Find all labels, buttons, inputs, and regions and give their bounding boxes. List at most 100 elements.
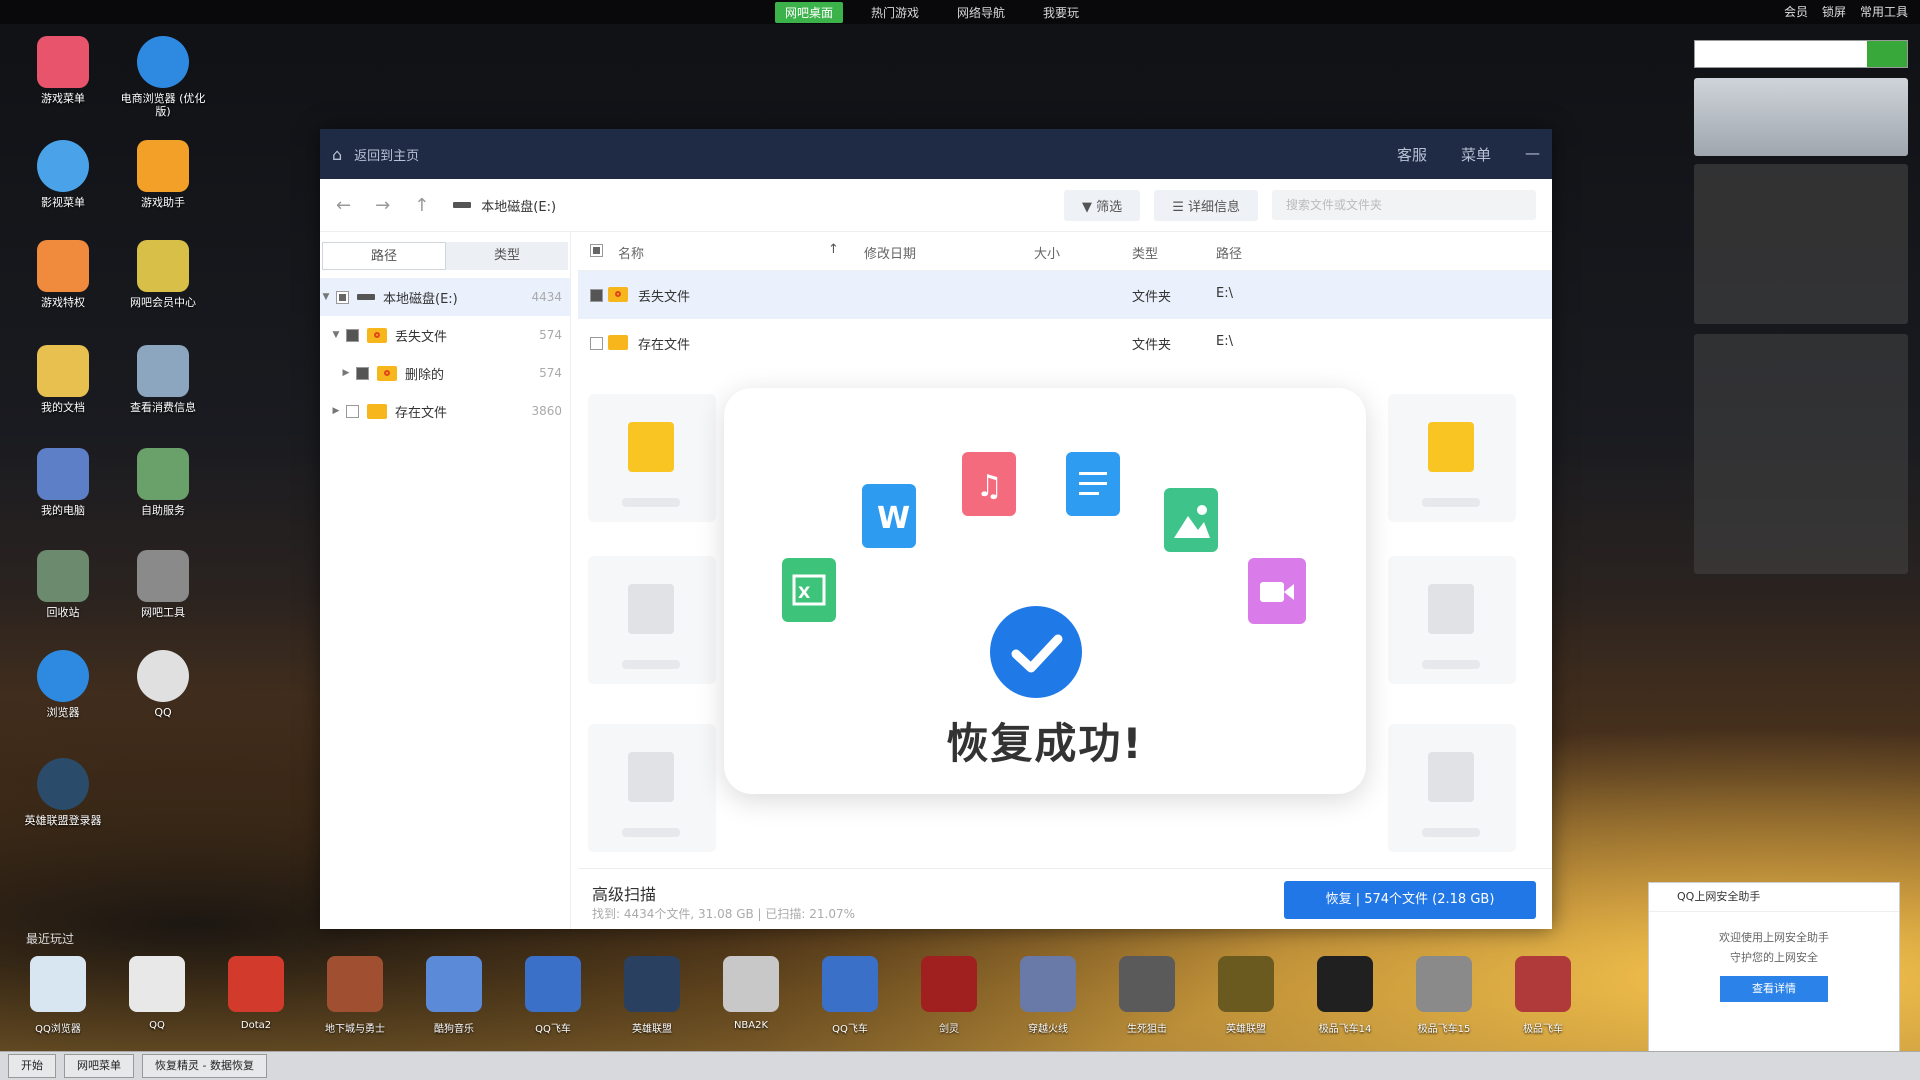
minimize-button[interactable]: — <box>1525 144 1540 165</box>
dock-game-label: Dota2 <box>240 1020 272 1031</box>
recover-button[interactable]: 恢复 | 574个文件 (2.18 GB) <box>1284 881 1536 919</box>
dock-game-icon[interactable] <box>723 956 779 1012</box>
tab-path[interactable]: 路径 <box>322 242 446 270</box>
back-arrow-icon[interactable]: ← <box>336 195 351 216</box>
dock-game-label: QQ <box>149 1020 165 1031</box>
detail-view-button[interactable]: ☰ 详细信息 <box>1154 189 1258 221</box>
select-all-checkbox[interactable] <box>590 244 603 257</box>
file-tile[interactable] <box>1388 394 1516 522</box>
taskbar-item-active[interactable]: 恢复精灵 - 数据恢复 <box>142 1054 267 1078</box>
collapse-icon[interactable]: ▶ <box>330 406 342 416</box>
filter-button[interactable]: ▼ 筛选 <box>1064 189 1141 221</box>
topbar-tools[interactable]: 常用工具 <box>1860 3 1908 20</box>
tree-item-disk[interactable]: ▼ 本地磁盘(E:) 4434 <box>320 278 570 316</box>
tree-item-deleted[interactable]: ▶ 删除的 574 <box>320 354 570 392</box>
desktop-icon[interactable]: 影视菜单 <box>18 140 108 209</box>
advanced-scan-link[interactable]: 高级扫描 <box>592 881 656 905</box>
file-tile[interactable] <box>588 394 716 522</box>
dock-game-label: 生死狙击 <box>1127 1024 1167 1035</box>
desktop-icon[interactable]: 查看消费信息 <box>118 345 208 414</box>
desktop-icon[interactable]: 我的电脑 <box>18 448 108 517</box>
desktop-icon[interactable]: 我的文档 <box>18 345 108 414</box>
topbar-tab-desktop[interactable]: 网吧桌面 <box>775 2 844 23</box>
dock-game-label: 剑灵 <box>939 1024 959 1035</box>
toast-line1: 欢迎使用上网安全助手 <box>1719 931 1829 944</box>
toast-button[interactable]: 查看详情 <box>1720 976 1828 1002</box>
desktop-icon[interactable]: 自助服务 <box>118 448 208 517</box>
file-tile[interactable] <box>588 556 716 684</box>
desktop-icon[interactable]: 游戏助手 <box>118 140 208 209</box>
table-row[interactable]: 存在文件 文件夹 E:\ <box>578 319 1552 367</box>
forward-arrow-icon[interactable]: → <box>375 195 390 216</box>
video-icon <box>1248 558 1306 624</box>
window-title[interactable]: 返回到主页 <box>354 145 419 164</box>
desktop-icon[interactable]: 回收站 <box>18 550 108 619</box>
topbar-member[interactable]: 会员 <box>1784 3 1808 20</box>
search-input[interactable]: 搜索文件或文件夹 <box>1272 190 1536 220</box>
dock-game-icon[interactable] <box>1416 956 1472 1012</box>
tab-type[interactable]: 类型 <box>446 242 568 270</box>
topbar-tab-play[interactable]: 我要玩 <box>1033 2 1089 23</box>
home-icon[interactable]: ⌂ <box>332 145 342 164</box>
tree-item-lost[interactable]: ▼ 丢失文件 574 <box>320 316 570 354</box>
taskbar-item[interactable]: 网吧菜单 <box>64 1054 134 1078</box>
desktop-icon[interactable]: 浏览器 <box>18 650 108 719</box>
dock-game-icon[interactable] <box>1020 956 1076 1012</box>
recent-games-dock: 最近玩过 QQ浏览器 QQ Dota2 地下城与勇士 酷狗音乐 QQ飞车 英雄联盟 NBA2K… <box>0 932 1920 1040</box>
dock-game-icon[interactable] <box>228 956 284 1012</box>
table-row[interactable]: 丢失文件 文件夹 E:\ <box>578 271 1552 319</box>
toast-title: QQ上网安全助手 <box>1649 883 1899 912</box>
file-tile[interactable] <box>1388 724 1516 852</box>
expand-icon[interactable]: ▼ <box>330 330 342 340</box>
dock-game-icon[interactable] <box>426 956 482 1012</box>
header-type[interactable]: 类型 <box>1132 243 1158 262</box>
desktop-icon[interactable]: 网吧会员中心 <box>118 240 208 309</box>
desktop-icon[interactable]: 游戏菜单 <box>18 36 108 105</box>
start-button[interactable]: 开始 <box>8 1054 56 1078</box>
header-modified[interactable]: 修改日期 <box>864 243 916 262</box>
file-tile[interactable] <box>588 724 716 852</box>
disk-icon <box>453 202 472 208</box>
dock-game-icon[interactable] <box>1119 956 1175 1012</box>
header-path[interactable]: 路径 <box>1216 243 1242 262</box>
desktop-icon[interactable]: 网吧工具 <box>118 550 208 619</box>
tree-item-existing[interactable]: ▶ 存在文件 3860 <box>320 392 570 430</box>
dock-game-icon[interactable] <box>921 956 977 1012</box>
dock-game-icon[interactable] <box>1515 956 1571 1012</box>
widget-search[interactable] <box>1694 40 1908 68</box>
file-tile[interactable] <box>1388 556 1516 684</box>
checkbox[interactable] <box>356 366 369 380</box>
window-titlebar: ⌂ 返回到主页 客服 菜单 — <box>320 129 1552 179</box>
dock-game-icon[interactable] <box>624 956 680 1012</box>
checkbox[interactable] <box>346 328 359 342</box>
dock-game-icon[interactable] <box>327 956 383 1012</box>
topbar-lock[interactable]: 锁屏 <box>1822 3 1846 20</box>
desktop-icon[interactable]: QQ <box>118 650 208 719</box>
header-name[interactable]: 名称 <box>618 243 644 262</box>
desktop-icon[interactable]: 游戏特权 <box>18 240 108 309</box>
dock-game-icon[interactable] <box>129 956 185 1012</box>
expand-icon[interactable]: ▼ <box>320 292 332 302</box>
menu-button[interactable]: 菜单 <box>1461 144 1491 165</box>
desktop-icon[interactable]: 英雄联盟登录器 <box>18 758 108 827</box>
topbar-tab-nav[interactable]: 网络导航 <box>947 2 1015 23</box>
dock-game-icon[interactable] <box>525 956 581 1012</box>
support-button[interactable]: 客服 <box>1397 144 1427 165</box>
breadcrumb[interactable]: 本地磁盘(E:) <box>453 196 556 215</box>
dock-game-icon[interactable] <box>1218 956 1274 1012</box>
dock-game-icon[interactable] <box>1317 956 1373 1012</box>
up-arrow-icon[interactable]: ↑ <box>414 195 429 216</box>
dock-game-icon[interactable] <box>822 956 878 1012</box>
row-checkbox[interactable] <box>590 289 603 302</box>
collapse-icon[interactable]: ▶ <box>340 368 352 378</box>
header-size[interactable]: 大小 <box>1034 243 1060 262</box>
sort-up-icon[interactable]: ↑ <box>828 242 839 257</box>
dock-game-icon[interactable] <box>30 956 86 1012</box>
success-message: 恢复成功! <box>946 719 1144 768</box>
desktop-icon[interactable]: 电商浏览器 (优化版) <box>118 36 208 118</box>
row-checkbox[interactable] <box>590 337 603 350</box>
checkbox[interactable] <box>346 404 359 418</box>
checkbox[interactable] <box>336 290 349 304</box>
topbar-tab-games[interactable]: 热门游戏 <box>861 2 929 23</box>
dock-game-label: 极品飞车 <box>1523 1024 1563 1035</box>
